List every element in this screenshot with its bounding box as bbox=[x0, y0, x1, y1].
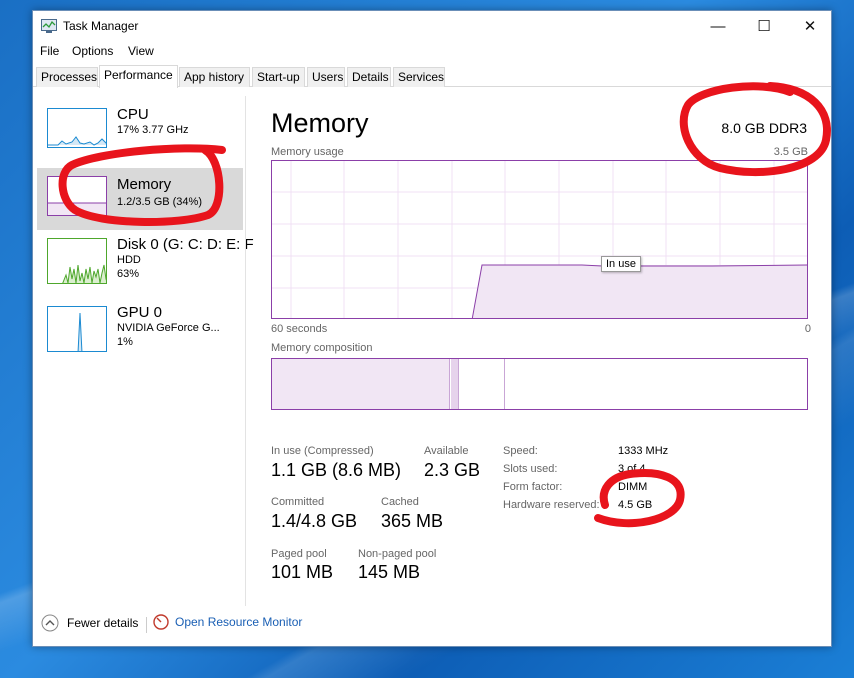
form-factor-value: DIMM bbox=[618, 481, 648, 493]
disk-sparkline bbox=[62, 264, 106, 283]
menu-options[interactable]: Options bbox=[72, 44, 113, 58]
hardware-reserved-label: Hardware reserved: bbox=[503, 499, 600, 511]
task-manager-window: Task Manager — ☐ ✕ File Options View Pro… bbox=[32, 10, 832, 647]
pane-divider[interactable] bbox=[245, 96, 246, 606]
chevron-up-icon bbox=[41, 614, 59, 632]
sidebar-item-name: GPU 0 bbox=[117, 304, 163, 321]
sidebar-item-gpu[interactable]: GPU 0 NVIDIA GeForce G... 1% bbox=[37, 304, 243, 366]
memory-usage-graph bbox=[271, 160, 808, 319]
time-axis-right: 0 bbox=[804, 323, 811, 335]
memory-usage-chart bbox=[272, 161, 807, 318]
open-resource-monitor-link[interactable]: Open Resource Monitor bbox=[153, 614, 302, 630]
tab-services[interactable]: Services bbox=[393, 67, 445, 87]
memory-usage-label: Memory usage bbox=[271, 146, 344, 158]
cpu-sparkline bbox=[48, 136, 106, 146]
speed-value: 1333 MHz bbox=[618, 445, 669, 457]
composition-modified bbox=[451, 359, 459, 409]
title-bar[interactable]: Task Manager — ☐ ✕ bbox=[33, 11, 831, 41]
menu-view[interactable]: View bbox=[128, 44, 154, 58]
tab-users[interactable]: Users bbox=[307, 67, 345, 87]
paged-pool-label: Paged pool bbox=[271, 548, 327, 560]
maximize-button[interactable]: ☐ bbox=[741, 11, 787, 41]
footer-separator bbox=[146, 617, 147, 633]
composition-standby bbox=[460, 359, 505, 409]
minimize-button[interactable]: — bbox=[695, 11, 741, 41]
form-factor-label: Form factor: bbox=[503, 481, 563, 493]
sidebar-item-detail: 17% 3.77 GHz bbox=[117, 124, 189, 136]
memory-composition-label: Memory composition bbox=[271, 342, 373, 354]
committed-label: Committed bbox=[271, 496, 325, 508]
sidebar-item-memory[interactable]: Memory 1.2/3.5 GB (34%) bbox=[37, 168, 243, 230]
slots-used-label: Slots used: bbox=[503, 463, 558, 475]
tab-details[interactable]: Details bbox=[347, 67, 391, 87]
menu-file[interactable]: File bbox=[40, 44, 59, 58]
disk-thumbnail-graph bbox=[47, 238, 107, 284]
menu-bar: File Options View bbox=[33, 42, 831, 62]
cached-value: 365 MB bbox=[381, 511, 444, 531]
footer-bar: Fewer details Open Resource Monitor bbox=[33, 611, 831, 641]
task-manager-icon bbox=[41, 19, 57, 33]
sidebar-item-detail: NVIDIA GeForce G... bbox=[117, 322, 220, 334]
sidebar-item-detail: HDD bbox=[117, 254, 141, 266]
in-use-label: In use (Compressed) bbox=[271, 445, 374, 457]
tab-strip: Processes Performance App history Start-… bbox=[33, 65, 831, 88]
cached-label: Cached bbox=[381, 496, 419, 508]
performance-pane: CPU 17% 3.77 GHz Memory 1.2/3.5 GB (34%) bbox=[33, 88, 831, 610]
resource-monitor-icon bbox=[153, 614, 169, 630]
speed-label: Speed: bbox=[503, 445, 538, 457]
sidebar-item-usage: 1% bbox=[117, 336, 133, 348]
sidebar-item-name: Memory bbox=[117, 176, 172, 193]
available-label: Available bbox=[424, 445, 469, 457]
cpu-thumbnail-graph bbox=[47, 108, 107, 148]
non-paged-pool-label: Non-paged pool bbox=[358, 548, 437, 560]
fewer-details-button[interactable]: Fewer details bbox=[41, 614, 138, 632]
memory-in-use-area bbox=[472, 265, 807, 318]
sidebar-item-name: Disk 0 (G: C: D: E: F bbox=[117, 236, 254, 253]
sidebar-item-name: CPU bbox=[117, 106, 149, 123]
tab-start-up[interactable]: Start-up bbox=[252, 67, 305, 87]
memory-usage-max: 3.5 GB bbox=[773, 146, 808, 158]
memory-composition-bar bbox=[271, 358, 808, 410]
paged-pool-value: 101 MB bbox=[271, 562, 334, 582]
committed-value: 1.4/4.8 GB bbox=[271, 511, 358, 531]
sidebar-item-cpu[interactable]: CPU 17% 3.77 GHz bbox=[37, 106, 243, 168]
close-button[interactable]: ✕ bbox=[787, 11, 833, 41]
memory-spec: 8.0 GB DDR3 bbox=[721, 120, 807, 136]
resource-monitor-label: Open Resource Monitor bbox=[175, 615, 303, 629]
available-value: 2.3 GB bbox=[424, 460, 481, 480]
slots-used-value: 3 of 4 bbox=[618, 463, 646, 475]
page-title: Memory bbox=[271, 108, 369, 138]
gpu-thumbnail-graph bbox=[47, 306, 107, 352]
memory-detail-panel: Memory 8.0 GB DDR3 Memory usage 3.5 GB I… bbox=[271, 88, 811, 608]
sidebar-item-detail: 1.2/3.5 GB (34%) bbox=[117, 196, 202, 208]
tab-processes[interactable]: Processes bbox=[36, 67, 98, 87]
in-use-value: 1.1 GB (8.6 MB) bbox=[271, 460, 402, 480]
tab-performance[interactable]: Performance bbox=[99, 65, 178, 88]
window-title: Task Manager bbox=[63, 19, 139, 33]
sidebar-item-disk[interactable]: Disk 0 (G: C: D: E: F HDD 63% bbox=[37, 236, 254, 298]
memory-sparkline bbox=[48, 202, 106, 215]
in-use-tooltip: In use bbox=[601, 256, 641, 272]
memory-thumbnail-graph bbox=[47, 176, 107, 216]
time-axis-left: 60 seconds bbox=[271, 323, 328, 335]
gpu-sparkline bbox=[77, 312, 83, 351]
hardware-reserved-value: 4.5 GB bbox=[618, 499, 653, 511]
sidebar-item-usage: 63% bbox=[117, 268, 140, 280]
tab-app-history[interactable]: App history bbox=[179, 67, 250, 87]
non-paged-pool-value: 145 MB bbox=[358, 562, 421, 582]
fewer-details-label: Fewer details bbox=[67, 616, 139, 630]
composition-in-use bbox=[272, 359, 450, 409]
